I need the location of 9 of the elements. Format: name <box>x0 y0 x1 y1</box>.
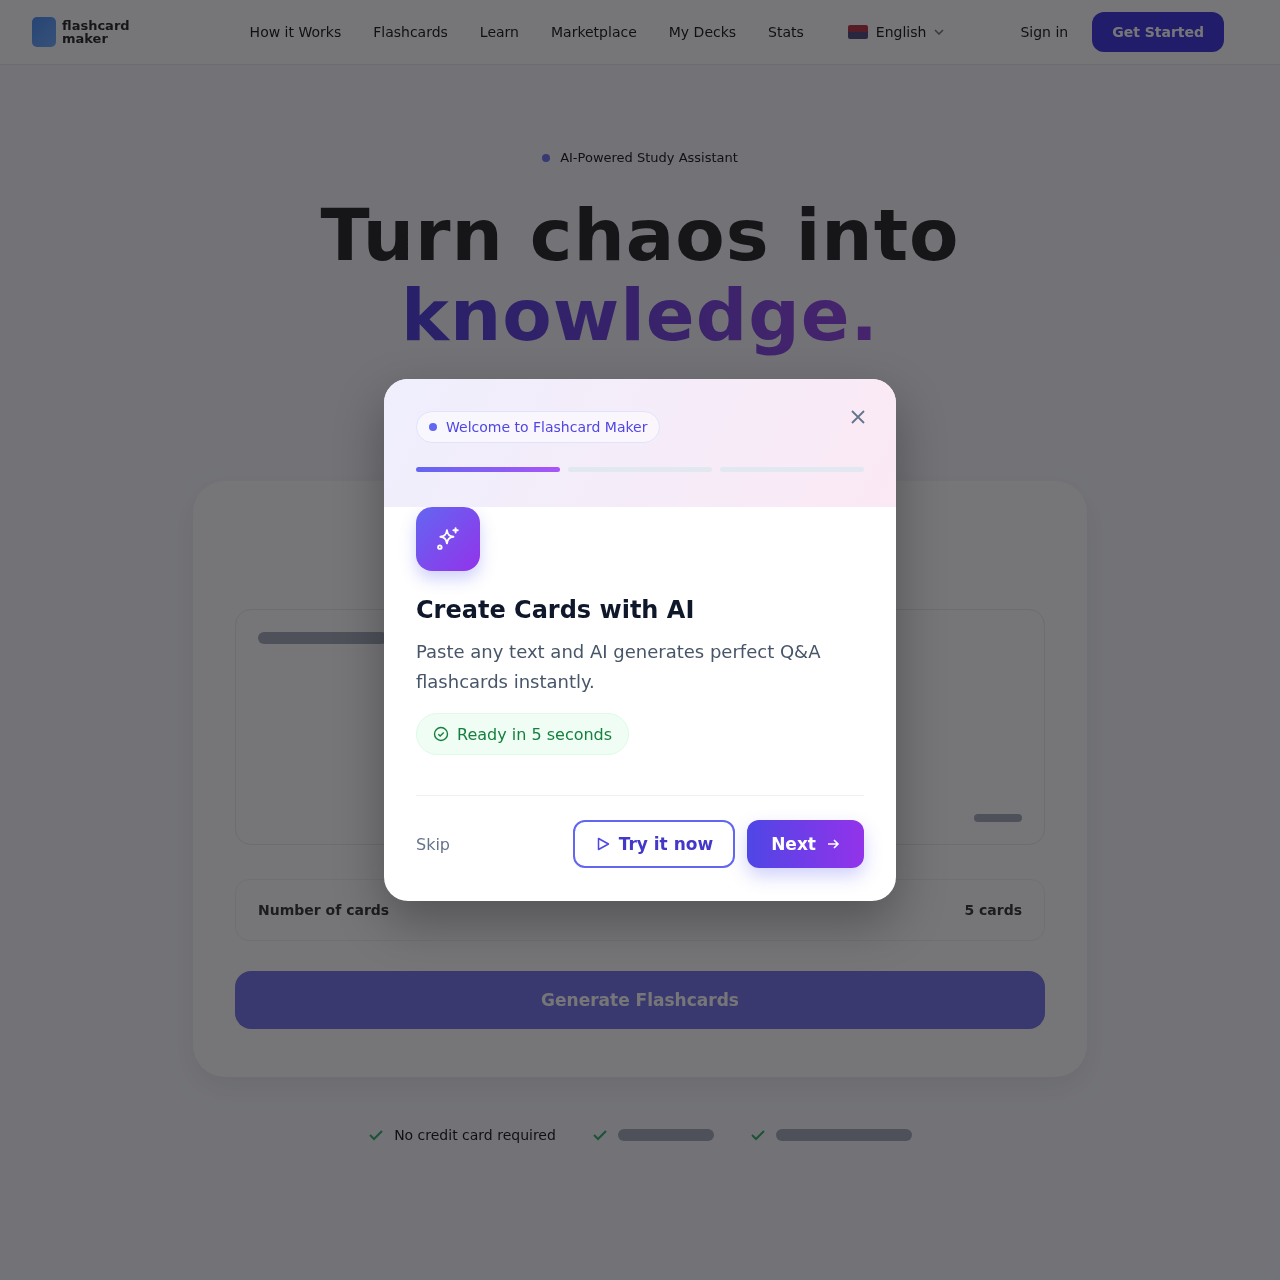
perk-text: No credit card required <box>394 1127 556 1143</box>
logo-text: maker <box>62 32 109 45</box>
dialog-title: Create Cards with AI <box>416 595 696 625</box>
welcome-text: Welcome to Flashcard Maker <box>446 419 648 435</box>
ready-text: Ready in 5 seconds <box>457 724 613 744</box>
card-count-label: Number of cards <box>258 902 390 918</box>
logo-text: flashcard <box>62 19 130 32</box>
hero-tagline: AI-Powered Study Assistant <box>560 150 738 165</box>
dialog-description: Paste any text and AI generates perfect Q&A flashcards instantly. <box>416 640 822 694</box>
